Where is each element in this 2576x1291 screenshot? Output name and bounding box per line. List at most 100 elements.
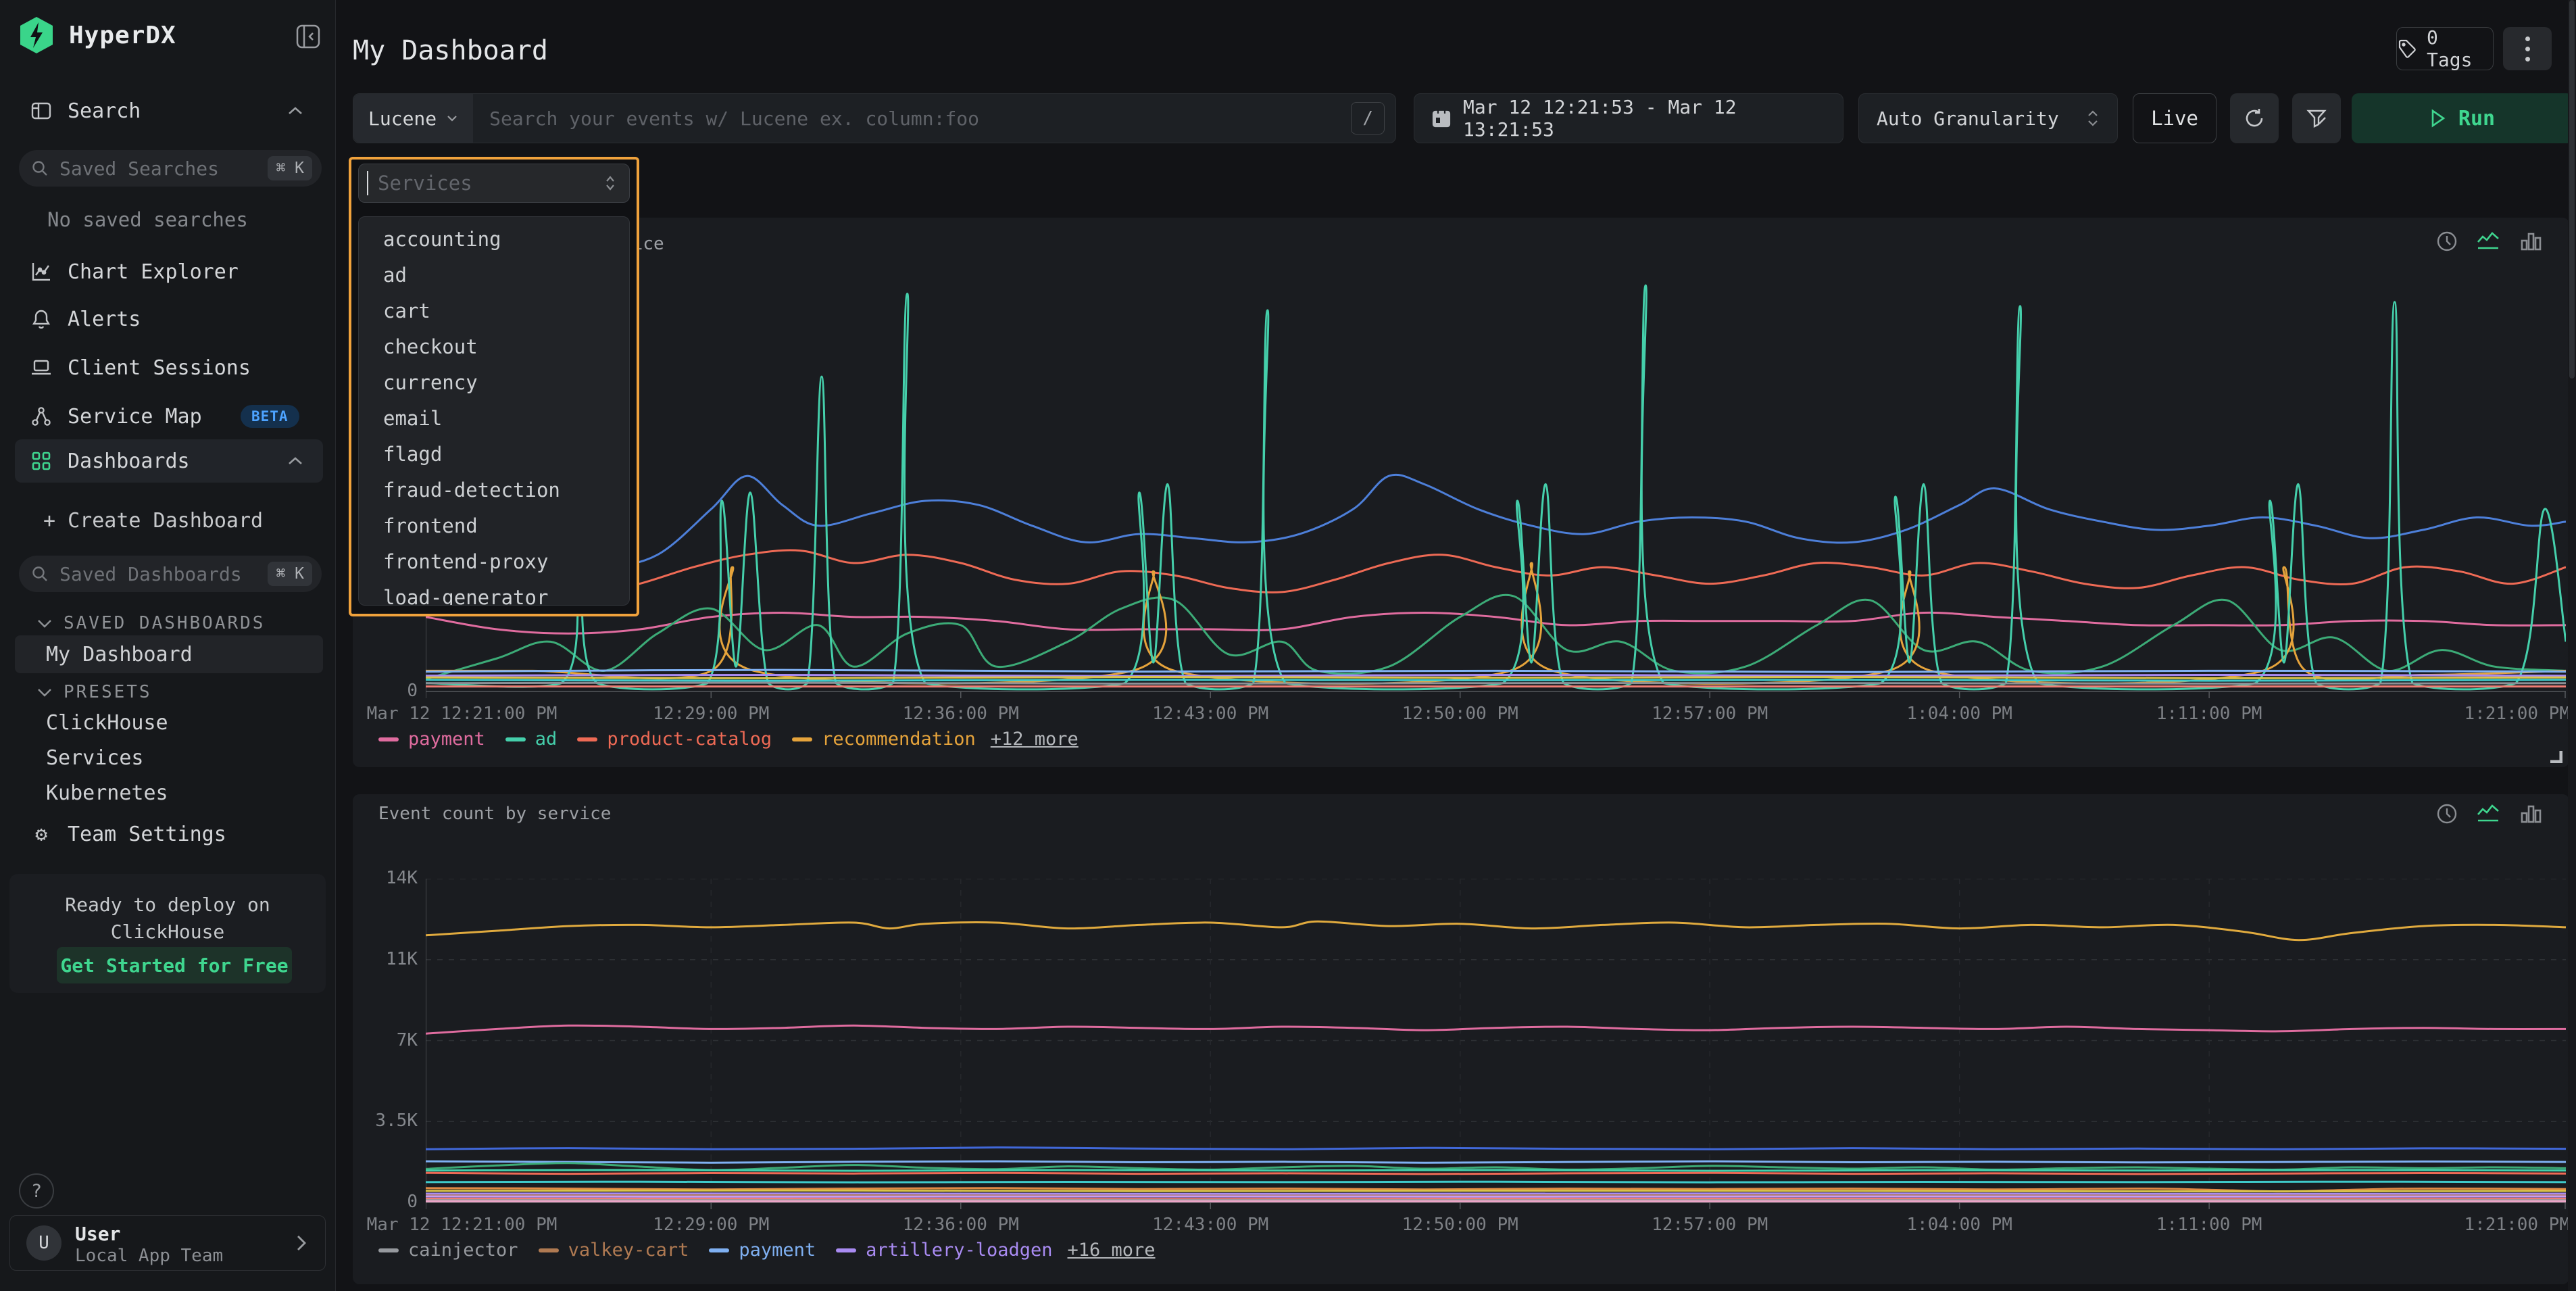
service-option[interactable]: load-generator [359, 579, 629, 606]
sidebar-item-service-map[interactable]: Service Map BETA [0, 400, 336, 433]
sidebar: HyperDX Search ⌘ K No saved searches [0, 0, 336, 1291]
y-axis-tick-label: 7K [353, 1030, 418, 1050]
chevron-up-down-icon [603, 174, 617, 193]
series-ad [426, 285, 2566, 689]
query-language-select[interactable]: Lucene [353, 94, 473, 143]
legend-item[interactable]: recommendation [792, 729, 976, 750]
x-axis-tick-label: 1:04:00 PM [1906, 1215, 2012, 1235]
service-option[interactable]: cart [359, 293, 629, 328]
filter-edit-icon [2306, 107, 2327, 129]
legend-item[interactable]: artillery-loadgen [836, 1240, 1052, 1261]
calendar-icon [1432, 108, 1451, 128]
series-lightblue [426, 670, 2566, 672]
run-button[interactable]: Run [2352, 93, 2573, 143]
tags-label: 0 Tags [2427, 26, 2493, 71]
legend-item[interactable]: payment [709, 1240, 816, 1261]
service-option[interactable]: frontend-proxy [359, 543, 629, 579]
legend-item[interactable]: payment [378, 729, 485, 750]
legend-item[interactable]: cainjector [378, 1240, 518, 1261]
service-option[interactable]: checkout [359, 328, 629, 364]
service-option[interactable]: ad [359, 257, 629, 293]
saved-searches-input[interactable] [58, 157, 268, 180]
sidebar-item-client-sessions[interactable]: Client Sessions [0, 351, 336, 384]
date-range-picker[interactable]: Mar 12 12:21:53 - Mar 12 13:21:53 [1414, 93, 1843, 143]
legend-item[interactable]: product-catalog [577, 729, 772, 750]
sidebar-collapse-icon[interactable] [292, 20, 324, 53]
x-axis-tick-label: 12:57:00 PM [1652, 704, 1768, 724]
service-option[interactable]: currency [359, 364, 629, 400]
sidebar-item-dashboards[interactable]: Dashboards [15, 439, 323, 483]
y-axis-tick-label: 3.5K [353, 1111, 418, 1131]
sidebar-item-clickhouse[interactable]: ClickHouse [15, 706, 323, 739]
page-scrollbar[interactable] [2568, 0, 2576, 1291]
tags-button[interactable]: 0 Tags [2396, 27, 2494, 70]
section-saved-dashboards[interactable]: SAVED DASHBOARDS [36, 608, 265, 638]
saved-dashboards-search[interactable]: ⌘ K [19, 556, 322, 592]
sidebar-item-team-settings[interactable]: ⚙ Team Settings [0, 818, 336, 850]
chevron-up-icon [287, 105, 304, 116]
services-filter-input[interactable] [368, 172, 603, 195]
section-label: PRESETS [64, 682, 152, 702]
granularity-select[interactable]: Auto Granularity [1858, 93, 2118, 143]
service-option[interactable]: fraud-detection [359, 472, 629, 508]
time-picker-icon[interactable] [2435, 802, 2458, 825]
get-started-button[interactable]: Get Started for Free [57, 947, 292, 983]
services-select[interactable] [358, 164, 630, 203]
legend-item[interactable]: ad [505, 729, 558, 750]
refresh-button[interactable] [2230, 93, 2279, 143]
bar-chart-toggle-icon[interactable] [2519, 230, 2542, 253]
sidebar-item-services[interactable]: Services [15, 741, 323, 775]
event-search-input[interactable] [473, 107, 1351, 130]
service-map-icon [30, 406, 53, 427]
y-axis-tick-label: 0 [353, 1192, 418, 1212]
sidebar-item-label: Search [68, 99, 141, 123]
series-green [426, 1163, 2566, 1170]
filter-button[interactable] [2292, 93, 2341, 143]
scrollbar-thumb[interactable] [2569, 0, 2575, 379]
x-axis-tick-label: 12:43:00 PM [1152, 1215, 1268, 1235]
service-option[interactable]: email [359, 400, 629, 436]
line-chart-toggle-icon[interactable] [2476, 802, 2502, 825]
user-menu[interactable]: U User Local App Team [9, 1215, 326, 1271]
sidebar-item-chart-explorer[interactable]: Chart Explorer [0, 255, 336, 288]
line-chart-toggle-icon[interactable] [2476, 230, 2502, 253]
legend-more-link[interactable]: +16 more [1068, 1240, 1156, 1261]
chart-card-2: Event count by service Mar 12 12:21:00 P… [353, 794, 2569, 1284]
help-button[interactable]: ? [19, 1173, 54, 1209]
sidebar-item-my-dashboard[interactable]: My Dashboard [15, 635, 323, 673]
sidebar-item-label: Team Settings [68, 823, 226, 846]
legend-label: product-catalog [607, 729, 772, 750]
granularity-label: Auto Granularity [1877, 107, 2059, 130]
service-option[interactable]: flagd [359, 436, 629, 472]
sidebar-item-label: Chart Explorer [68, 260, 239, 284]
y-axis-tick-label: 11K [353, 949, 418, 969]
time-picker-icon[interactable] [2435, 230, 2458, 253]
sidebar-item-search[interactable]: Search [0, 95, 336, 127]
saved-searches-search[interactable]: ⌘ K [19, 150, 322, 187]
series-gold [426, 677, 2566, 678]
refresh-icon [2244, 107, 2265, 129]
resize-handle-icon[interactable] [2545, 746, 2562, 763]
create-dashboard-button[interactable]: + Create Dashboard [0, 504, 336, 537]
service-option[interactable]: accounting [359, 221, 629, 257]
live-button[interactable]: Live [2133, 93, 2216, 143]
legend-label: artillery-loadgen [866, 1240, 1052, 1261]
legend-more-link[interactable]: +12 more [991, 729, 1079, 750]
section-presets[interactable]: PRESETS [36, 677, 152, 707]
saved-dashboards-input[interactable] [58, 562, 268, 586]
date-range-label: Mar 12 12:21:53 - Mar 12 13:21:53 [1463, 96, 1825, 141]
x-axis-tick-label: 12:50:00 PM [1402, 704, 1518, 724]
app-logo[interactable]: HyperDX [19, 16, 176, 54]
sidebar-item-kubernetes[interactable]: Kubernetes [15, 776, 323, 810]
sidebar-item-alerts[interactable]: Alerts [0, 303, 336, 335]
legend-item[interactable]: valkey-cart [539, 1240, 689, 1261]
legend-swatch [378, 1248, 399, 1252]
bar-chart-toggle-icon[interactable] [2519, 802, 2542, 825]
x-axis-tick-label: 1:04:00 PM [1906, 704, 2012, 724]
services-filter-dropdown: accountingadcartcheckoutcurrencyemailfla… [349, 157, 639, 616]
dashboard-menu-button[interactable] [2503, 27, 2552, 70]
series-red [426, 1173, 2566, 1174]
legend-label: ad [535, 729, 558, 750]
service-option[interactable]: frontend [359, 508, 629, 543]
x-axis-tick-label: 12:36:00 PM [903, 1215, 1019, 1235]
